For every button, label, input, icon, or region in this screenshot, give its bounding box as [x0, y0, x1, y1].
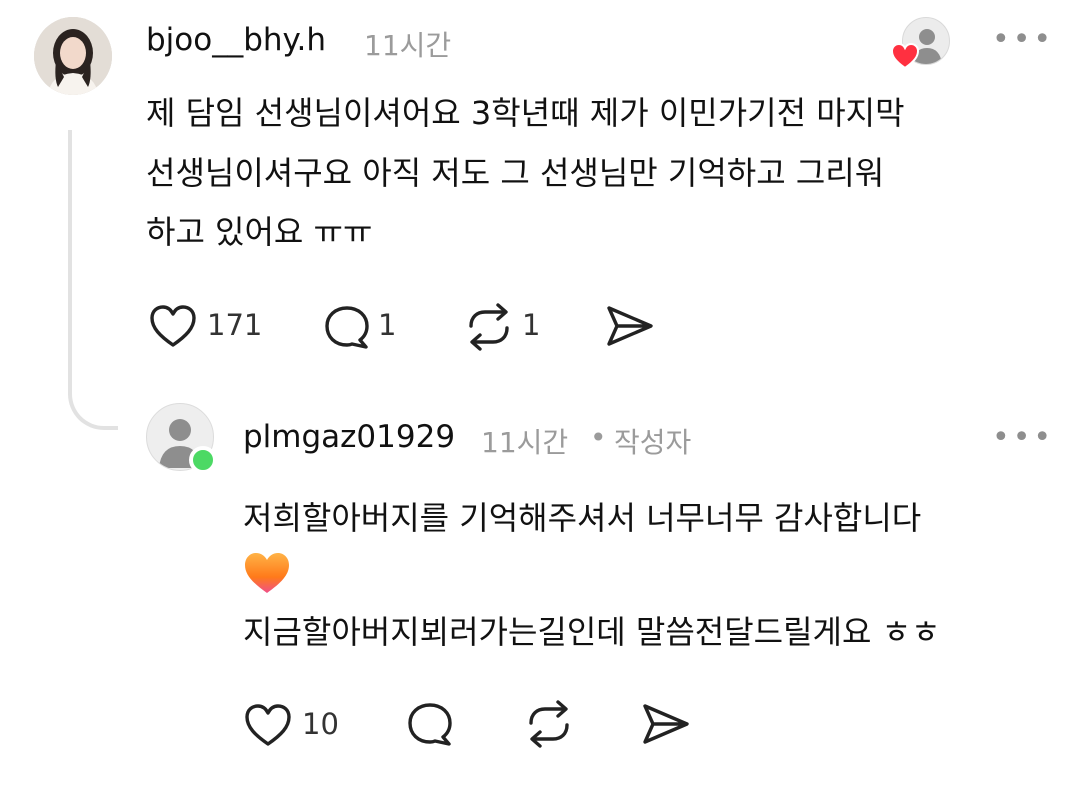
comment-more-options-icon[interactable]: •••	[992, 25, 1054, 55]
creator-like-heart-icon	[890, 42, 920, 70]
comment-username[interactable]: bjoo__bhy.h	[146, 22, 326, 58]
orange-heart-emoji-icon	[245, 553, 289, 593]
comment-repost-count: 1	[522, 308, 541, 342]
commenter-avatar[interactable]	[34, 17, 112, 95]
comment-text-line-3: 하고 있어요 ㅠㅠ	[146, 213, 373, 251]
like-heart-icon[interactable]	[148, 303, 198, 349]
reply-more-options-icon[interactable]: •••	[992, 423, 1054, 453]
comment-text-line-1: 제 담임 선생님이셔어요 3학년때 제가 이민가기전 마지막	[146, 94, 905, 132]
reply-username[interactable]: plmgaz01929	[243, 419, 455, 455]
reply-comment-icon[interactable]	[405, 700, 455, 748]
repost-icon[interactable]	[463, 302, 515, 352]
reply-timestamp: 11시간	[481, 426, 569, 459]
share-send-icon[interactable]	[640, 700, 692, 748]
online-status-badge	[189, 446, 217, 474]
reply-comment-icon[interactable]	[322, 303, 372, 351]
reply-text-line-1: 저희할아버지를 기억해주셔서 너무너무 감사합니다	[243, 499, 922, 537]
repost-icon[interactable]	[523, 699, 575, 749]
author-badge: 작성자	[614, 426, 692, 459]
comment-text-line-2: 선생님이셔구요 아직 저도 그 선생님만 기억하고 그리워	[146, 154, 885, 192]
reply-like-count: 10	[302, 707, 339, 741]
profile-photo-icon	[34, 17, 112, 95]
reply-text-line-2: 지금할아버지뵈러가는길인데 말씀전달드릴게요 ㅎㅎ	[243, 613, 941, 651]
comment-timestamp: 11시간	[364, 29, 452, 62]
comment-reply-count: 1	[378, 308, 397, 342]
thread-connector-line	[68, 130, 118, 430]
meta-separator-dot: •	[590, 421, 607, 454]
comment-like-count: 171	[207, 308, 263, 342]
like-heart-icon[interactable]	[243, 702, 293, 748]
share-send-icon[interactable]	[604, 302, 656, 350]
